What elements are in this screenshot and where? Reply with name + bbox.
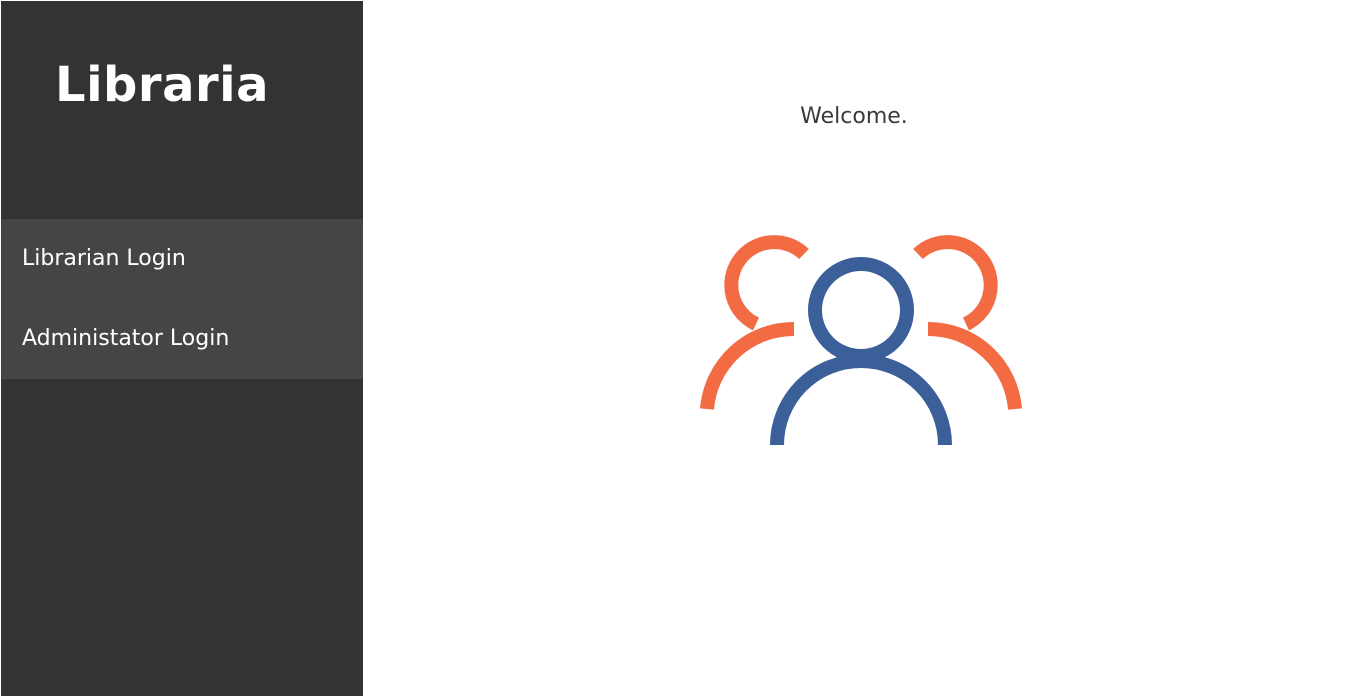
center-user-figure <box>770 257 952 446</box>
librarian-login-link[interactable]: Librarian Login <box>1 219 363 299</box>
welcome-text: Welcome. <box>800 104 908 129</box>
brand-title: Libraria <box>55 57 269 113</box>
right-user-figure <box>913 235 1022 410</box>
sidebar-nav: Librarian Login Administator Login <box>1 219 363 379</box>
main-content: Welcome. <box>363 0 1366 696</box>
sidebar: Libraria Librarian Login Administator Lo… <box>1 1 363 696</box>
administrator-login-link[interactable]: Administator Login <box>1 299 363 379</box>
right-user-body <box>927 321 1022 410</box>
left-user-body <box>700 321 795 410</box>
app-window: Libraria Librarian Login Administator Lo… <box>0 0 1366 696</box>
users-group-icon <box>700 235 1022 446</box>
center-user-body <box>770 354 952 446</box>
left-user-head <box>724 235 809 331</box>
left-user-figure <box>700 235 809 410</box>
right-user-head <box>913 235 998 331</box>
center-user-head <box>808 257 914 363</box>
